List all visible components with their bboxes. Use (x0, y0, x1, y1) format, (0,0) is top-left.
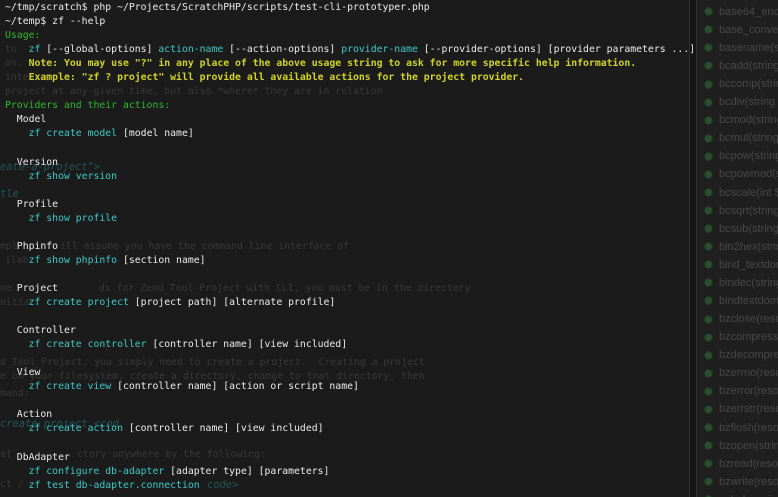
screen: toon.inteproject at any given time, but … (0, 0, 778, 497)
terminal-text-segment (5, 255, 29, 266)
terminal-text-segment: Action (5, 409, 52, 420)
terminal-line: Model (5, 113, 778, 127)
terminal-text-segment (5, 171, 29, 182)
terminal-text-segment: zf create view (29, 381, 112, 392)
terminal[interactable]: ~/tmp/scratch$ php ~/Projects/ScratchPHP… (0, 0, 778, 497)
terminal-line (5, 141, 778, 155)
terminal-text-segment: [project path] [alternate profile] (129, 297, 335, 308)
terminal-text-segment: ~/temp$ zf --help (5, 16, 105, 27)
terminal-text-segment (5, 423, 29, 434)
terminal-text-segment: ~/tmp/scratch$ php ~/Projects/ScratchPHP… (5, 2, 430, 13)
terminal-text-segment: zf create model (29, 128, 117, 139)
terminal-line: Profile (5, 198, 778, 212)
terminal-line (5, 226, 778, 240)
terminal-text-segment: [controller name] [action or script name… (111, 381, 359, 392)
terminal-text-segment (5, 128, 29, 139)
terminal-line: zf create project [project path] [altern… (5, 296, 778, 310)
terminal-text-segment: zf show profile (29, 213, 117, 224)
terminal-text-segment: Project (5, 283, 58, 294)
terminal-line (5, 310, 778, 324)
terminal-line (5, 184, 778, 198)
terminal-text-segment (5, 297, 29, 308)
terminal-line (5, 268, 778, 282)
terminal-line: Phpinfo (5, 240, 778, 254)
terminal-text-segment (5, 44, 29, 55)
terminal-line: Providers and their actions: (5, 99, 778, 113)
terminal-text-segment: Controller (5, 325, 76, 336)
terminal-line: Note: You may use "?" in any place of th… (5, 57, 778, 71)
terminal-text-segment: [adapter type] [parameters] (164, 466, 329, 477)
terminal-line (5, 352, 778, 366)
terminal-text-segment: [--action-options] (223, 44, 341, 55)
terminal-line: zf show profile (5, 212, 778, 226)
terminal-line: zf show version (5, 170, 778, 184)
terminal-text-segment: zf test db-adapter.connection (29, 480, 200, 491)
terminal-text-segment: Model (5, 114, 46, 125)
terminal-text-segment (5, 339, 29, 350)
terminal-line: Usage: (5, 29, 778, 43)
terminal-text-segment: Usage: (5, 30, 40, 41)
terminal-text-segment: Profile (5, 199, 58, 210)
terminal-text-segment: Providers and their actions: (5, 100, 170, 111)
terminal-line (5, 436, 778, 450)
terminal-text-segment (5, 213, 29, 224)
terminal-line: Example: "zf ? project" will provide all… (5, 71, 778, 85)
terminal-text-segment: zf show version (29, 171, 117, 182)
terminal-line: zf create controller [controller name] [… (5, 338, 778, 352)
terminal-line: zf test db-adapter.connection (5, 479, 778, 493)
terminal-text-segment: DbAdapter (5, 452, 70, 463)
terminal-text-segment: Example: "zf ? project" will provide all… (5, 72, 524, 83)
terminal-line: zf [--global-options] action-name [--act… (5, 43, 778, 57)
terminal-text-segment: Version (5, 157, 58, 168)
terminal-text-segment (5, 480, 29, 491)
terminal-line: View (5, 366, 778, 380)
terminal-text-segment (5, 381, 29, 392)
terminal-text-segment: Note: You may use "?" in any place of th… (5, 58, 636, 69)
terminal-text-segment: provider-name (341, 44, 418, 55)
terminal-text-segment: [controller name] [view included] (147, 339, 348, 350)
terminal-line: ~/tmp/scratch$ php ~/Projects/ScratchPHP… (5, 1, 778, 15)
terminal-text-segment: zf create controller (29, 339, 147, 350)
terminal-text-segment: Phpinfo (5, 241, 58, 252)
terminal-line (5, 85, 778, 99)
terminal-text-segment: [section name] (117, 255, 205, 266)
terminal-line: Controller (5, 324, 778, 338)
terminal-text-segment: zf show phpinfo (29, 255, 117, 266)
terminal-text-segment: [model name] (117, 128, 194, 139)
terminal-line: zf configure db-adapter [adapter type] [… (5, 465, 778, 479)
terminal-text-segment: zf create action (29, 423, 123, 434)
terminal-line: Action (5, 408, 778, 422)
terminal-line: zf create action [controller name] [view… (5, 422, 778, 436)
terminal-text-segment: action-name (158, 44, 223, 55)
terminal-text-segment: zf configure db-adapter (29, 466, 165, 477)
terminal-text-segment: [controller name] [view included] (123, 423, 324, 434)
terminal-line: Version (5, 156, 778, 170)
terminal-text-segment: [--provider-options] [provider parameter… (418, 44, 695, 55)
terminal-line: zf show phpinfo [section name] (5, 254, 778, 268)
terminal-text-segment: zf (29, 44, 41, 55)
terminal-text-segment: zf create project (29, 297, 129, 308)
terminal-line: zf create view [controller name] [action… (5, 380, 778, 394)
terminal-line (5, 394, 778, 408)
terminal-text-segment: [--global-options] (40, 44, 158, 55)
terminal-text-segment (5, 466, 29, 477)
terminal-line: zf create model [model name] (5, 127, 778, 141)
terminal-line: DbAdapter (5, 451, 778, 465)
terminal-text-segment: View (5, 367, 40, 378)
terminal-line: Project (5, 282, 778, 296)
terminal-line: ~/temp$ zf --help (5, 15, 778, 29)
